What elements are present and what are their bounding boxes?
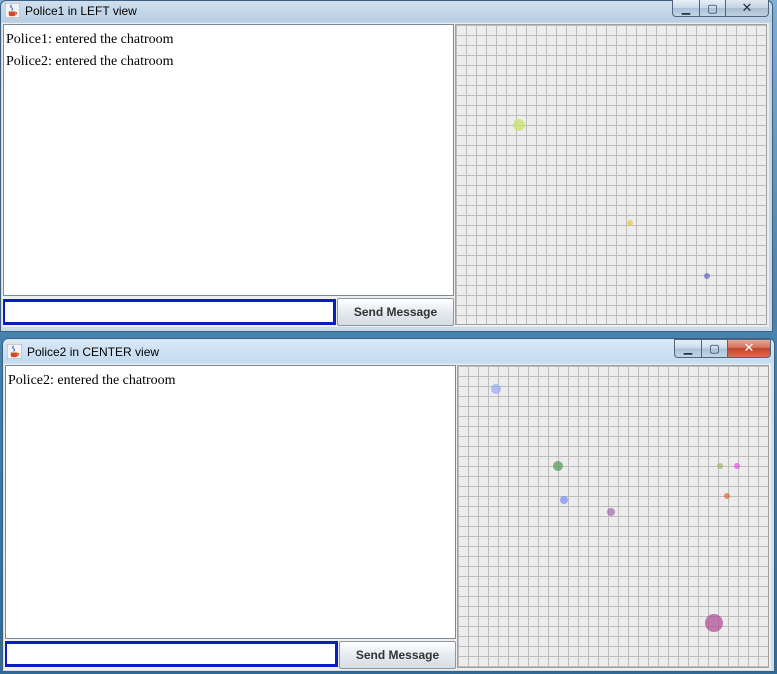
minimize-button[interactable]: ▁ xyxy=(674,339,701,358)
close-button[interactable]: ✕ xyxy=(725,0,769,17)
map-marker-dot xyxy=(734,463,740,469)
map-marker-dot xyxy=(513,119,525,131)
map-marker-dot xyxy=(717,463,723,469)
send-message-button[interactable]: Send Message xyxy=(337,298,454,326)
close-button[interactable]: ✕ xyxy=(727,339,771,358)
map-marker-dot xyxy=(491,384,501,394)
maximize-button[interactable]: ▢ xyxy=(699,0,725,17)
java-cup-icon xyxy=(7,344,22,359)
chat-window-police2: Police2 in CENTER view ▁ ▢ ✕ Police2: en… xyxy=(2,338,775,672)
chat-line: Police1: entered the chatroom xyxy=(6,32,174,47)
window-client-area: Police2: entered the chatroom Send Messa… xyxy=(4,364,771,670)
chat-line: Police2: entered the chatroom xyxy=(8,373,176,388)
message-input[interactable] xyxy=(3,299,336,325)
chat-log[interactable]: Police1: entered the chatroom Police2: e… xyxy=(3,24,454,296)
map-marker-dot xyxy=(627,220,633,226)
caption-buttons: ▁ ▢ ✕ xyxy=(672,0,769,17)
title-bar[interactable]: Police2 in CENTER view ▁ ▢ ✕ xyxy=(2,338,775,364)
map-marker-dot xyxy=(724,493,730,499)
chat-log[interactable]: Police2: entered the chatroom xyxy=(5,365,456,639)
minimize-button[interactable]: ▁ xyxy=(672,0,699,17)
send-message-button[interactable]: Send Message xyxy=(339,641,456,669)
window-title: Police1 in LEFT view xyxy=(25,4,137,18)
map-marker-dot xyxy=(704,273,710,279)
chat-line: Police2: entered the chatroom xyxy=(6,54,174,69)
message-input[interactable] xyxy=(5,641,338,667)
java-cup-icon xyxy=(5,3,20,18)
map-marker-dot xyxy=(607,508,615,516)
map-marker-dot xyxy=(553,461,563,471)
chat-window-police1: Police1 in LEFT view ▁ ▢ ✕ Police1: ente… xyxy=(0,0,773,332)
window-title: Police2 in CENTER view xyxy=(27,345,160,359)
maximize-button[interactable]: ▢ xyxy=(701,339,727,358)
title-bar[interactable]: Police1 in LEFT view ▁ ▢ ✕ xyxy=(0,0,773,22)
map-grid-panel[interactable] xyxy=(457,365,769,668)
caption-buttons: ▁ ▢ ✕ xyxy=(674,339,771,358)
map-marker-dot xyxy=(705,614,723,632)
map-grid-panel[interactable] xyxy=(455,24,767,325)
map-marker-dot xyxy=(560,496,568,504)
window-client-area: Police1: entered the chatroom Police2: e… xyxy=(2,23,769,327)
